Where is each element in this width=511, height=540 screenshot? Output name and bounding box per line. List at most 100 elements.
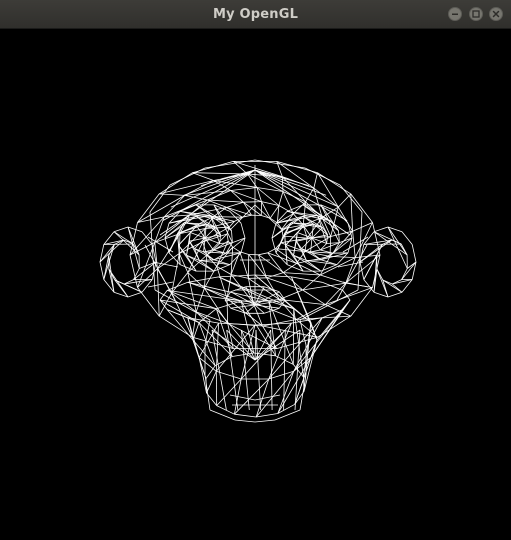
mesh-edge bbox=[187, 281, 242, 302]
mesh-edge bbox=[266, 272, 284, 279]
mesh-edge bbox=[282, 235, 308, 239]
mesh-edge bbox=[254, 329, 272, 361]
mesh-edge bbox=[167, 281, 188, 291]
mesh-edge bbox=[164, 215, 197, 239]
mesh-edge bbox=[256, 413, 278, 418]
mesh-edge bbox=[164, 237, 170, 253]
mesh-edge bbox=[254, 329, 257, 361]
mesh-edge bbox=[254, 419, 276, 423]
mesh-edge bbox=[304, 167, 341, 186]
monkey-wireframe-mesh bbox=[99, 159, 417, 423]
maximize-icon bbox=[472, 10, 480, 18]
mesh-edge bbox=[317, 172, 352, 195]
mesh-edge bbox=[352, 231, 356, 258]
mesh-edge bbox=[239, 251, 249, 279]
mesh-edge bbox=[291, 276, 318, 341]
mesh-edge bbox=[258, 252, 268, 256]
mesh-edge bbox=[226, 298, 229, 324]
mesh-edge bbox=[352, 222, 373, 232]
mesh-edge bbox=[226, 274, 232, 299]
mesh-edge bbox=[226, 329, 239, 411]
opengl-viewport[interactable] bbox=[0, 29, 511, 540]
mesh-edge bbox=[163, 195, 185, 218]
mesh-edge bbox=[240, 223, 246, 239]
mesh-edge bbox=[373, 291, 389, 298]
maximize-button[interactable] bbox=[469, 7, 483, 21]
mesh-edge bbox=[284, 233, 288, 265]
mesh-edge bbox=[310, 237, 313, 252]
window-title: My OpenGL bbox=[212, 7, 299, 22]
mesh-edge bbox=[336, 211, 349, 224]
mesh-edge bbox=[310, 309, 344, 358]
mesh-edge bbox=[192, 172, 214, 181]
mesh-edge bbox=[387, 291, 403, 298]
mesh-edge bbox=[226, 233, 229, 241]
mesh-edge bbox=[206, 371, 217, 394]
mesh-edge bbox=[159, 290, 168, 301]
close-button[interactable] bbox=[489, 7, 503, 21]
mesh-edge bbox=[113, 226, 129, 233]
mesh-edge bbox=[159, 299, 217, 310]
mesh-edge bbox=[254, 169, 310, 186]
mesh-edge bbox=[226, 201, 244, 208]
mesh-edge bbox=[332, 237, 353, 254]
mesh-edge bbox=[248, 277, 267, 279]
mesh-edge bbox=[204, 374, 211, 411]
mesh-edge bbox=[232, 237, 246, 243]
mesh-edge bbox=[376, 268, 389, 298]
mesh-edge bbox=[169, 167, 206, 186]
mesh-edge bbox=[149, 184, 171, 213]
mesh-edge bbox=[354, 222, 373, 258]
mesh-edge bbox=[187, 276, 219, 283]
mesh-edge bbox=[275, 252, 288, 265]
title-bar[interactable]: My OpenGL bbox=[0, 0, 511, 29]
mesh-edge bbox=[218, 274, 256, 278]
mesh-edge bbox=[254, 394, 281, 401]
mesh-edge bbox=[204, 159, 256, 169]
mesh-edge bbox=[230, 187, 257, 191]
mesh-edge bbox=[230, 190, 262, 202]
mesh-edge bbox=[234, 413, 257, 418]
mesh-edge bbox=[320, 274, 346, 284]
mesh-edge bbox=[258, 254, 267, 278]
mesh-edge bbox=[99, 239, 125, 263]
mesh-edge bbox=[283, 272, 321, 276]
mesh-edge bbox=[342, 290, 351, 301]
mesh-edge bbox=[313, 172, 318, 189]
mesh-edge bbox=[387, 226, 408, 269]
mesh-edge bbox=[271, 215, 304, 239]
mesh-edge bbox=[127, 226, 140, 269]
mesh-edge bbox=[141, 231, 153, 245]
mesh-edge bbox=[230, 190, 244, 203]
mesh-edge bbox=[373, 226, 389, 233]
mesh-edge bbox=[178, 253, 189, 273]
mesh-edge bbox=[234, 419, 256, 423]
mesh-edge bbox=[277, 371, 295, 414]
mesh-edge bbox=[171, 272, 189, 294]
minimize-button[interactable] bbox=[448, 7, 462, 21]
mesh-edge bbox=[216, 378, 242, 406]
mesh-edge bbox=[192, 339, 207, 379]
mesh-edge bbox=[267, 248, 276, 254]
mesh-edge bbox=[320, 252, 349, 261]
mesh-edge bbox=[144, 244, 176, 301]
mesh-edge bbox=[195, 287, 205, 313]
mesh-edge bbox=[296, 263, 321, 276]
mesh-edge bbox=[254, 159, 306, 169]
mesh-edge bbox=[248, 254, 267, 279]
mesh-edge bbox=[209, 409, 236, 421]
mesh-edge bbox=[363, 231, 375, 245]
mesh-edge bbox=[179, 204, 197, 212]
mesh-edge bbox=[401, 231, 413, 245]
mesh-edge bbox=[372, 222, 381, 256]
mesh-edge bbox=[255, 329, 262, 411]
mesh-edge bbox=[278, 191, 284, 206]
mesh-edge bbox=[266, 277, 303, 291]
mesh-edge bbox=[213, 204, 233, 243]
mesh-edge bbox=[213, 242, 233, 251]
mesh-edge bbox=[255, 371, 295, 418]
mesh-edge bbox=[137, 195, 185, 223]
close-icon bbox=[492, 10, 500, 18]
mesh-edge bbox=[339, 184, 363, 213]
mesh-edge bbox=[137, 193, 160, 223]
